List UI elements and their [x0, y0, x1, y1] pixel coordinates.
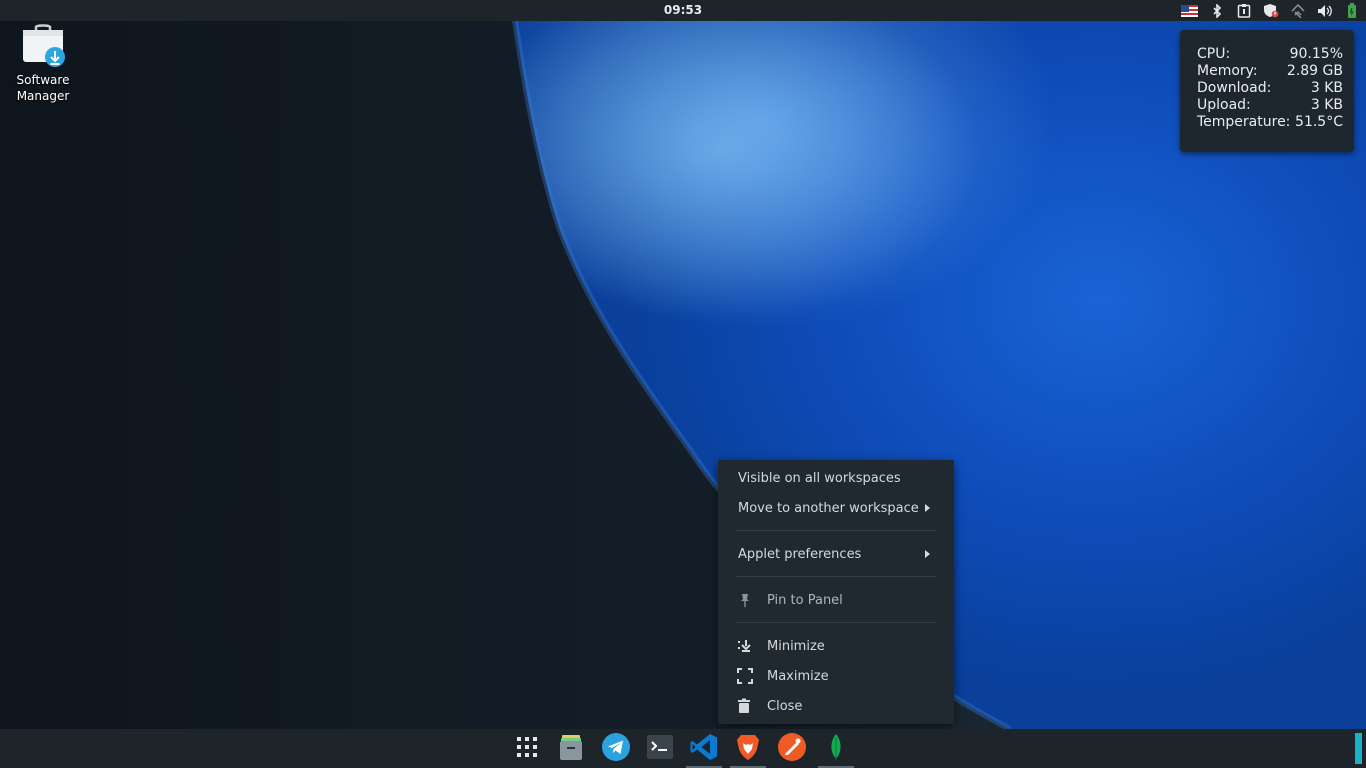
download-label: Download: [1197, 80, 1272, 96]
menu-item-label: Move to another workspace [738, 500, 919, 516]
top-panel: 09:53 [0, 0, 1366, 21]
submenu-arrow-icon [925, 550, 930, 558]
cpu-label: CPU: [1197, 46, 1231, 62]
files-icon [556, 732, 586, 766]
submenu-arrow-icon [925, 504, 930, 512]
bottom-panel [0, 729, 1366, 768]
us-flag-icon[interactable] [1181, 2, 1198, 19]
trash-icon [737, 698, 753, 714]
brave-launcher[interactable] [729, 729, 767, 768]
upload-value: 3 KB [1310, 97, 1343, 113]
minimize-icon [737, 638, 753, 654]
temperature-row: Temperature: 51.5°C [1197, 114, 1343, 131]
menu-item-pin-to-panel[interactable]: Pin to Panel [718, 586, 954, 614]
bluetooth-icon[interactable] [1208, 2, 1225, 19]
cpu-row: CPU: 90.15% [1197, 46, 1343, 63]
cpu-value: 90.15% [1289, 46, 1343, 62]
telegram-launcher[interactable] [597, 729, 635, 768]
desktop-icon-label: Software Manager [16, 73, 70, 103]
temperature-value: 51.5°C [1295, 114, 1343, 130]
pin-icon [737, 592, 753, 608]
menu-item-label: Pin to Panel [767, 592, 843, 608]
menu-item-move-workspace[interactable]: Move to another workspace [718, 494, 954, 522]
vscode-icon [689, 732, 719, 766]
menu-item-label: Visible on all workspaces [738, 470, 901, 486]
download-value: 3 KB [1310, 80, 1343, 96]
shield-update-icon[interactable] [1262, 2, 1279, 19]
upload-label: Upload: [1197, 97, 1251, 113]
upload-row: Upload: 3 KB [1197, 97, 1343, 114]
window-context-menu: Visible on all workspaces Move to anothe… [718, 460, 954, 724]
menu-item-label: Minimize [767, 638, 825, 654]
memory-label: Memory: [1197, 63, 1258, 79]
menu-item-label: Close [767, 698, 803, 714]
desktop-icon-software-manager[interactable]: Software Manager [8, 24, 78, 104]
menu-item-visible-all-workspaces[interactable]: Visible on all workspaces [718, 464, 954, 492]
battery-icon[interactable] [1343, 2, 1360, 19]
memory-value: 2.89 GB [1286, 63, 1343, 79]
clipboard-icon[interactable] [1235, 2, 1252, 19]
telegram-icon [601, 732, 631, 766]
temperature-label: Temperature: [1197, 114, 1291, 130]
menu-item-maximize[interactable]: Maximize [718, 662, 954, 690]
menu-item-applet-preferences[interactable]: Applet preferences [718, 540, 954, 568]
menu-item-close[interactable]: Close [718, 692, 954, 720]
menu-separator [736, 576, 936, 577]
menu-separator [736, 622, 936, 623]
terminal-icon [645, 732, 675, 766]
clock[interactable]: 09:53 [0, 3, 1366, 17]
mongodb-compass-icon [821, 732, 851, 766]
software-manager-icon [21, 24, 65, 68]
menu-separator [736, 530, 936, 531]
desktop-wallpaper [0, 0, 1366, 768]
terminal-launcher[interactable] [641, 729, 679, 768]
show-desktop-button[interactable] [1355, 733, 1362, 764]
menu-item-label: Maximize [767, 668, 829, 684]
postman-launcher[interactable] [773, 729, 811, 768]
files-launcher[interactable] [552, 729, 590, 768]
mongodb-compass-launcher[interactable] [817, 729, 855, 768]
app-grid-icon [516, 736, 538, 762]
download-row: Download: 3 KB [1197, 80, 1343, 97]
volume-icon[interactable] [1316, 2, 1333, 19]
memory-row: Memory: 2.89 GB [1197, 63, 1343, 80]
postman-icon [777, 732, 807, 766]
menu-item-minimize[interactable]: Minimize [718, 632, 954, 660]
system-monitor-widget: CPU: 90.15% Memory: 2.89 GB Download: 3 … [1180, 30, 1354, 152]
app-grid-button[interactable] [508, 729, 546, 768]
vscode-launcher[interactable] [685, 729, 723, 768]
network-icon[interactable] [1289, 2, 1306, 19]
system-tray [1181, 2, 1360, 19]
menu-item-label: Applet preferences [738, 546, 862, 562]
brave-icon [733, 732, 763, 766]
maximize-icon [737, 668, 753, 684]
